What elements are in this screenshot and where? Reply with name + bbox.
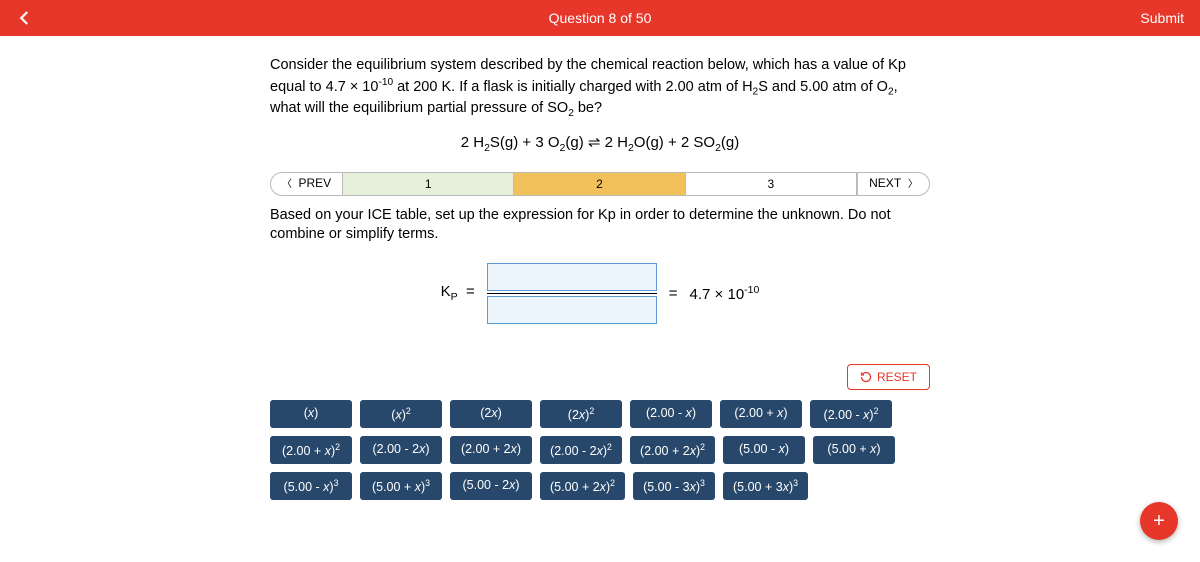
- kp-value: 4.7 × 10-10: [690, 284, 760, 303]
- chevron-left-icon: [16, 9, 34, 27]
- fraction-bar: [487, 293, 657, 294]
- answer-tile[interactable]: (5.00 + 3x)3: [723, 472, 808, 500]
- submit-button[interactable]: Submit: [1140, 10, 1184, 26]
- reset-label: RESET: [877, 370, 917, 384]
- content-area: Consider the equilibrium system describe…: [0, 36, 1200, 500]
- equals-sign: =: [669, 285, 678, 302]
- step-3[interactable]: 3: [686, 173, 857, 195]
- kp-expression-row: KP = = 4.7 × 10-10: [270, 263, 930, 324]
- question-text: Consider the equilibrium system describe…: [270, 56, 930, 121]
- answer-tile[interactable]: (x)2: [360, 400, 442, 428]
- step-2[interactable]: 2: [514, 173, 685, 195]
- answer-tiles-area: RESET (x) (x)2 (2x) (2x)2 (2.00 - x) (2.00 + …: [270, 364, 930, 500]
- answer-tile[interactable]: (2.00 - 2x)2: [540, 436, 622, 464]
- next-label: NEXT: [869, 176, 901, 190]
- answer-tile[interactable]: (5.00 + 2x)2: [540, 472, 625, 500]
- answer-tile[interactable]: (2.00 + x): [720, 400, 802, 428]
- answer-tile[interactable]: (2.00 - x)2: [810, 400, 892, 428]
- step-instruction: Based on your ICE table, set up the expr…: [270, 206, 930, 245]
- numerator-dropzone[interactable]: [487, 263, 657, 291]
- step-1[interactable]: 1: [343, 173, 514, 195]
- answer-tile[interactable]: (5.00 - 3x)3: [633, 472, 715, 500]
- answer-tile[interactable]: (5.00 + x)3: [360, 472, 442, 500]
- answer-tile[interactable]: (2.00 + x)2: [270, 436, 352, 464]
- chevron-right-icon: 〉: [908, 179, 918, 190]
- answer-tile[interactable]: (5.00 - x)3: [270, 472, 352, 500]
- answer-tile[interactable]: (2x): [450, 400, 532, 428]
- answer-tile[interactable]: (5.00 - x): [723, 436, 805, 464]
- answer-tile[interactable]: (5.00 - 2x): [450, 472, 532, 500]
- chemical-equation: 2 H2S(g) + 3 O2(g) ⇌ 2 H2O(g) + 2 SO2(g): [270, 133, 930, 154]
- prev-label: PREV: [298, 176, 331, 190]
- kp-label: KP =: [441, 283, 475, 303]
- undo-icon: [860, 371, 872, 383]
- answer-tile[interactable]: (5.00 + x): [813, 436, 895, 464]
- answer-tile[interactable]: (x): [270, 400, 352, 428]
- answer-tile[interactable]: (2.00 + 2x)2: [630, 436, 715, 464]
- reset-button[interactable]: RESET: [847, 364, 930, 390]
- step-navigator: 〈 PREV 1 2 3 NEXT 〉: [270, 172, 930, 196]
- kp-fraction: [487, 263, 657, 324]
- answer-tile[interactable]: (2.00 - 2x): [360, 436, 442, 464]
- chevron-left-icon: 〈: [282, 179, 292, 190]
- answer-tile[interactable]: (2.00 + 2x): [450, 436, 532, 464]
- next-step-button[interactable]: NEXT 〉: [857, 172, 929, 196]
- question-counter: Question 8 of 50: [549, 10, 652, 26]
- add-fab[interactable]: +: [1140, 502, 1178, 540]
- top-bar: Question 8 of 50 Submit: [0, 0, 1200, 36]
- prev-step-button[interactable]: 〈 PREV: [271, 172, 343, 196]
- answer-tile[interactable]: (2x)2: [540, 400, 622, 428]
- answer-tile[interactable]: (2.00 - x): [630, 400, 712, 428]
- denominator-dropzone[interactable]: [487, 296, 657, 324]
- back-button[interactable]: [16, 9, 34, 27]
- tiles-container: (x)(x)2(2x)(2x)2(2.00 - x)(2.00 + x)(2.0…: [270, 400, 930, 500]
